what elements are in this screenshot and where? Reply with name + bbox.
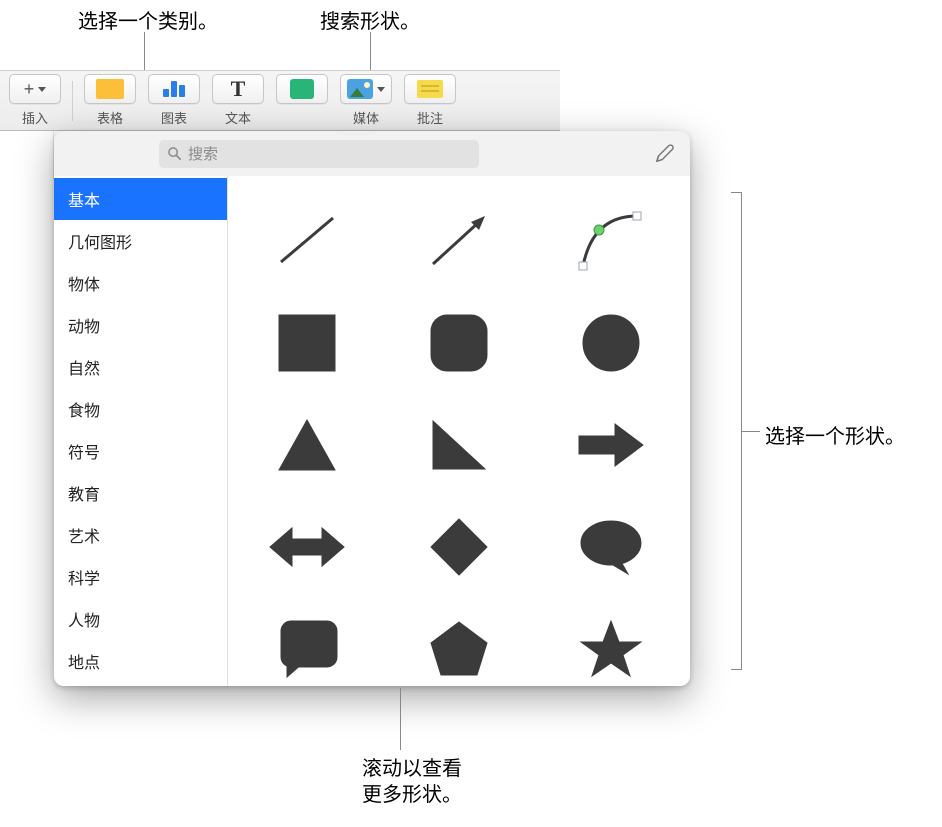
media-button[interactable] <box>340 74 392 104</box>
shapes-popover: 搜索 基本 几何图形 物体 动物 自然 食物 符号 教育 艺术 科学 人物 地点… <box>54 131 690 686</box>
toolbar-group-comment: 批注 <box>404 74 456 127</box>
shape-circle[interactable] <box>571 308 651 378</box>
search-icon <box>167 146 182 161</box>
sidebar-item-symbols[interactable]: 符号 <box>54 430 227 472</box>
callout-search-shapes: 搜索形状。 <box>320 5 420 34</box>
sidebar-item-basic[interactable]: 基本 <box>54 178 227 220</box>
sidebar-item-activities[interactable]: 活动 <box>54 682 227 686</box>
shapes-grid <box>228 176 690 684</box>
callout-choose-shape: 选择一个形状。 <box>765 420 905 449</box>
shape-arrow-right[interactable] <box>571 410 651 480</box>
shape-rounded-square[interactable] <box>419 308 499 378</box>
sidebar-item-education[interactable]: 教育 <box>54 472 227 514</box>
media-icon <box>347 79 373 99</box>
toolbar: + 插入 表格 图表 T 文本 形状 媒体 <box>0 70 560 131</box>
shape-pentagon[interactable] <box>419 614 499 684</box>
shape-arrow-bidirectional[interactable] <box>267 512 347 582</box>
search-placeholder: 搜索 <box>188 143 218 164</box>
chart-label: 图表 <box>161 108 187 127</box>
chart-icon <box>163 81 185 97</box>
sidebar-item-people[interactable]: 人物 <box>54 598 227 640</box>
callout-choose-category: 选择一个类别。 <box>78 5 218 34</box>
window-body-strip <box>0 131 54 180</box>
toolbar-group-table: 表格 <box>84 74 136 127</box>
shape-diamond[interactable] <box>419 512 499 582</box>
text-icon: T <box>231 76 246 102</box>
sidebar-item-animals[interactable]: 动物 <box>54 304 227 346</box>
media-label: 媒体 <box>353 108 379 127</box>
shape-line[interactable] <box>267 206 347 276</box>
insert-button[interactable]: + <box>9 74 61 104</box>
comment-button[interactable] <box>404 74 456 104</box>
callout-scroll-more-1: 滚动以查看 <box>362 752 462 781</box>
chart-button[interactable] <box>148 74 200 104</box>
callout-leader-shapes <box>742 431 760 432</box>
pen-icon[interactable] <box>654 143 676 165</box>
toolbar-group-chart: 图表 <box>148 74 200 127</box>
sidebar-item-objects[interactable]: 物体 <box>54 262 227 304</box>
shape-button[interactable] <box>276 74 328 104</box>
shapes-scroll-area[interactable] <box>228 176 690 686</box>
callout-bracket-shapes <box>732 192 742 670</box>
table-button[interactable] <box>84 74 136 104</box>
toolbar-divider <box>72 81 73 121</box>
callout-scroll-more-2: 更多形状。 <box>362 778 462 807</box>
shape-arrow-line[interactable] <box>419 206 499 276</box>
shape-square[interactable] <box>267 308 347 378</box>
shape-right-triangle[interactable] <box>419 410 499 480</box>
shape-icon <box>290 79 314 99</box>
table-icon <box>96 79 124 99</box>
shape-triangle[interactable] <box>267 410 347 480</box>
table-label: 表格 <box>97 108 123 127</box>
plus-icon: + <box>24 79 35 100</box>
sidebar-item-science[interactable]: 科学 <box>54 556 227 598</box>
sidebar-item-nature[interactable]: 自然 <box>54 346 227 388</box>
sidebar-item-geometry[interactable]: 几何图形 <box>54 220 227 262</box>
shape-curve[interactable] <box>571 206 651 276</box>
toolbar-group-shape: 形状 <box>276 74 328 127</box>
shape-speech-bubble[interactable] <box>571 512 651 582</box>
search-input[interactable]: 搜索 <box>159 140 479 168</box>
insert-label: 插入 <box>22 108 48 127</box>
popover-body: 基本 几何图形 物体 动物 自然 食物 符号 教育 艺术 科学 人物 地点 活动 <box>54 176 690 686</box>
comment-label: 批注 <box>417 108 443 127</box>
toolbar-group-insert: + 插入 <box>9 74 61 127</box>
text-label: 文本 <box>225 108 251 127</box>
sidebar-item-art[interactable]: 艺术 <box>54 514 227 556</box>
shape-callout-square[interactable] <box>267 614 347 684</box>
text-button[interactable]: T <box>212 74 264 104</box>
callout-leader-scroll <box>400 688 401 750</box>
popover-header: 搜索 <box>54 131 690 176</box>
chevron-down-icon <box>377 87 385 92</box>
comment-icon <box>417 80 443 98</box>
toolbar-group-text: T 文本 <box>212 74 264 127</box>
sidebar-item-places[interactable]: 地点 <box>54 640 227 682</box>
toolbar-group-media: 媒体 <box>340 74 392 127</box>
shape-star[interactable] <box>571 614 651 684</box>
chevron-down-icon <box>38 87 46 92</box>
category-sidebar: 基本 几何图形 物体 动物 自然 食物 符号 教育 艺术 科学 人物 地点 活动 <box>54 176 228 686</box>
sidebar-item-food[interactable]: 食物 <box>54 388 227 430</box>
